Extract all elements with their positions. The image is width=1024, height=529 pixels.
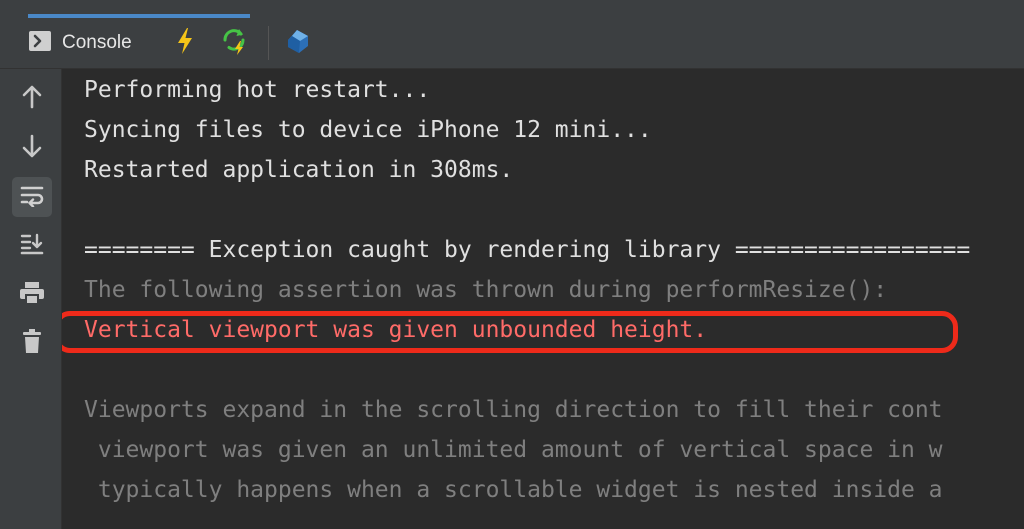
toolbar-separator [268,26,269,60]
console-tab[interactable]: Console [28,27,132,59]
previous-occurrence-button[interactable] [12,79,52,119]
soft-wrap-icon [19,183,45,211]
lightning-icon [176,27,194,59]
arrow-down-icon [20,133,44,163]
top-tab-strip [0,0,1024,19]
console-tab-label: Console [62,32,132,53]
assertion-intro-line: The following assertion was thrown durin… [84,277,888,303]
scroll-to-end-icon [19,232,45,260]
clear-all-button[interactable] [12,323,52,363]
console-line: Restarted application in 308ms. [84,157,514,183]
next-occurrence-button[interactable] [12,128,52,168]
print-icon [18,280,46,310]
error-message-line: Vertical viewport was given unbounded he… [84,317,708,343]
soft-wrap-button[interactable] [12,177,52,217]
scroll-to-end-button[interactable] [12,226,52,266]
console-line: Performing hot restart... [84,77,431,103]
hot-reload-button[interactable] [171,27,199,59]
arrow-up-icon [20,84,44,114]
hot-restart-button[interactable] [219,27,251,59]
hot-restart-icon [220,26,250,60]
console-icon [28,30,52,56]
console-line: typically happens when a scrollable widg… [84,477,943,503]
console-toolbar: Console [0,18,1024,69]
dart-devtools-button[interactable] [282,27,314,59]
ide-run-panel: Console Performing hot restart... Syncin… [0,0,1024,529]
console-output[interactable]: Performing hot restart... Syncing files … [62,69,1024,529]
trash-icon [20,327,44,359]
print-button[interactable] [12,275,52,315]
dart-devtools-icon [284,27,312,59]
console-line: Syncing files to device iPhone 12 mini..… [84,117,652,143]
console-side-toolbar [0,69,62,529]
console-line: Viewports expand in the scrolling direct… [84,397,943,423]
exception-header-line: ======== Exception caught by rendering l… [84,237,971,263]
console-line: viewport was given an unlimited amount o… [84,437,943,463]
